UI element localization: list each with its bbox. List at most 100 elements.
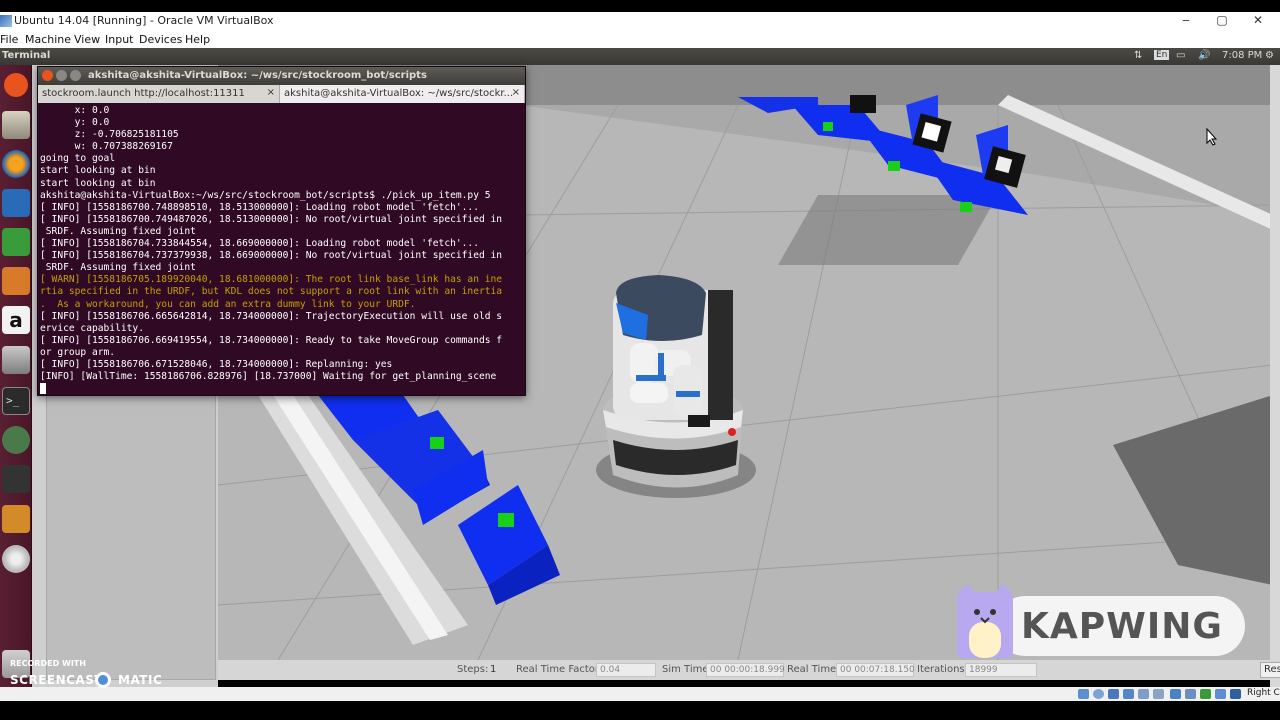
- optical-status-icon[interactable]: [1093, 689, 1104, 699]
- menu-devices[interactable]: Devices: [139, 33, 182, 46]
- gazebo-property-panel: [46, 395, 216, 680]
- files-icon[interactable]: [2, 111, 30, 139]
- kapwing-watermark: KAPWING: [955, 582, 1247, 658]
- power-gear-icon[interactable]: ⚙: [1265, 50, 1274, 61]
- kapwing-mascot-icon: [957, 584, 1013, 658]
- matic-text: MATIC: [118, 673, 163, 687]
- amazon-icon[interactable]: a: [2, 306, 30, 334]
- clock[interactable]: 7:08 PM: [1222, 50, 1262, 61]
- menu-input[interactable]: Input: [105, 33, 133, 46]
- terminal-output[interactable]: x: 0.0 y: 0.0 z: -0.706825181105 w: 0.70…: [40, 105, 524, 395]
- display-status-icon[interactable]: [1170, 689, 1181, 699]
- terminal-line: z: -0.706825181105: [40, 129, 179, 141]
- virtualbox-icon: [0, 15, 12, 27]
- reset-button[interactable]: Reset: [1260, 662, 1280, 678]
- window-title: Ubuntu 14.04 [Running] - Oracle VM Virtu…: [14, 14, 274, 27]
- tab-label: stockroom.launch http://localhost:11311: [42, 88, 245, 99]
- network-icon[interactable]: ⇅: [1134, 50, 1142, 61]
- terminal-line: [ INFO] [1558186700.749487026, 18.513000…: [40, 213, 503, 225]
- dash-home-icon[interactable]: [4, 73, 28, 97]
- cpu-status-icon[interactable]: [1200, 689, 1211, 699]
- maximize-icon[interactable]: [70, 70, 81, 81]
- terminal-cursor: [40, 383, 524, 395]
- terminal-line: [ INFO] [1558186706.665642814, 18.734000…: [40, 310, 503, 322]
- battery-icon[interactable]: ▭: [1176, 50, 1185, 61]
- menu-file[interactable]: File: [0, 33, 18, 46]
- real-time-factor-value: 0.04: [596, 663, 656, 677]
- screencast-logo-icon: [95, 672, 111, 688]
- real-time-factor-label: Real Time Factor:: [516, 664, 603, 675]
- terminal-line: ervice capability.: [40, 322, 144, 334]
- terminal-line: start looking at bin: [40, 177, 156, 189]
- impress-icon[interactable]: [2, 267, 30, 295]
- terminal-line: x: 0.0: [40, 105, 110, 116]
- keyboard-layout-icon[interactable]: En: [1154, 50, 1170, 60]
- terminal-line: [ INFO] [1558186704.737379938, 18.669000…: [40, 250, 503, 262]
- menu-view[interactable]: View: [74, 33, 100, 46]
- minimize-icon[interactable]: [56, 70, 67, 81]
- cursor-block: [40, 383, 46, 395]
- keyboard-capture-icon[interactable]: [1230, 689, 1241, 699]
- menu-machine[interactable]: Machine: [25, 33, 71, 46]
- close-icon[interactable]: [42, 70, 53, 81]
- tab-label: akshita@akshita-VirtualBox: ~/ws/src/sto…: [284, 88, 514, 99]
- tab-stockroom-launch[interactable]: stockroom.launch http://localhost:11311 …: [38, 85, 280, 103]
- network-status-icon[interactable]: [1123, 689, 1134, 699]
- recorded-with-text: RECORDED WITH: [10, 659, 86, 668]
- terminal-line: start looking at bin: [40, 165, 156, 177]
- maximize-icon[interactable]: ▢: [1212, 13, 1232, 29]
- terminal-line: rtia specified in the URDF, but KDL does…: [40, 286, 503, 298]
- vbox-title-bar: Ubuntu 14.04 [Running] - Oracle VM Virtu…: [0, 12, 1280, 31]
- real-time-label: Real Time:: [787, 664, 840, 675]
- screencast-watermark: RECORDED WITH SCREENCAST MATIC: [0, 650, 170, 688]
- volume-icon[interactable]: 🔊: [1198, 50, 1210, 61]
- terminal-line: [ INFO] [1558186706.671528046, 18.734000…: [40, 358, 393, 370]
- terminal-icon[interactable]: >_: [2, 387, 30, 415]
- usb-drive-icon[interactable]: [2, 465, 30, 493]
- gazebo-right-panel-edge[interactable]: [1270, 65, 1280, 687]
- minimize-icon[interactable]: ‒: [1176, 13, 1196, 29]
- tab-close-icon[interactable]: ×: [267, 87, 275, 98]
- hdd-status-icon[interactable]: [1078, 689, 1089, 699]
- terminal-line: w: 0.707388269167: [40, 141, 173, 153]
- software-updater-icon[interactable]: [2, 426, 30, 454]
- dvd-icon[interactable]: [2, 545, 30, 573]
- mouse-pointer-icon: [1206, 128, 1218, 146]
- terminal-line: going to goal: [40, 153, 116, 165]
- usb-status-icon[interactable]: [1138, 689, 1149, 699]
- tab-scripts-shell[interactable]: akshita@akshita-VirtualBox: ~/ws/src/sto…: [280, 85, 525, 103]
- shared-folder-icon[interactable]: [1153, 689, 1164, 699]
- terminal-window[interactable]: akshita@akshita-VirtualBox: ~/ws/src/sto…: [37, 66, 526, 396]
- terminal-line: or group arm.: [40, 346, 116, 358]
- sim-time-value: 00 00:00:18.999: [706, 663, 785, 677]
- tab-close-icon[interactable]: ×: [512, 87, 520, 98]
- terminal-line: [ INFO] [1558186706.669419554, 18.734000…: [40, 334, 503, 346]
- settings-icon[interactable]: [2, 346, 30, 374]
- terminal-line: akshita@akshita-VirtualBox:~/ws/src/stoc…: [40, 189, 491, 201]
- terminal-line: [INFO] [WallTime: 1558186706.828976] [18…: [40, 371, 497, 383]
- recording-status-icon[interactable]: [1185, 689, 1196, 699]
- steps-label: Steps:: [457, 664, 489, 675]
- mouse-integration-icon[interactable]: [1215, 689, 1226, 699]
- kapwing-text: KAPWING: [1021, 606, 1223, 647]
- firefox-icon[interactable]: [2, 150, 30, 178]
- sim-time-label: Sim Time:: [662, 664, 712, 675]
- terminal-line: [ INFO] [1558186700.748898510, 18.513000…: [40, 201, 479, 213]
- calc-icon[interactable]: [2, 228, 30, 256]
- iterations-label: Iterations:: [917, 664, 968, 675]
- terminal-title: akshita@akshita-VirtualBox: ~/ws/src/sto…: [88, 70, 427, 81]
- gazebo-time-toolbar: Steps: 1 Real Time Factor: 0.04 Sim Time…: [218, 660, 1280, 680]
- iterations-value: 18999: [965, 663, 1037, 677]
- menu-help[interactable]: Help: [185, 33, 210, 46]
- real-time-value: 00 00:07:18.150: [836, 663, 915, 677]
- steps-value[interactable]: 1: [490, 664, 496, 675]
- terminal-line: y: 0.0: [40, 117, 110, 129]
- writer-icon[interactable]: [2, 189, 30, 217]
- screen: Ubuntu 14.04 [Running] - Oracle VM Virtu…: [0, 0, 1280, 720]
- terminal-title-bar[interactable]: akshita@akshita-VirtualBox: ~/ws/src/sto…: [38, 67, 525, 85]
- audio-status-icon[interactable]: [1108, 689, 1119, 699]
- unity-launcher: a >_: [0, 65, 32, 687]
- terminal-line: SRDF. Assuming fixed joint: [40, 225, 196, 237]
- package-icon[interactable]: [2, 505, 30, 533]
- close-icon[interactable]: ✕: [1248, 13, 1268, 29]
